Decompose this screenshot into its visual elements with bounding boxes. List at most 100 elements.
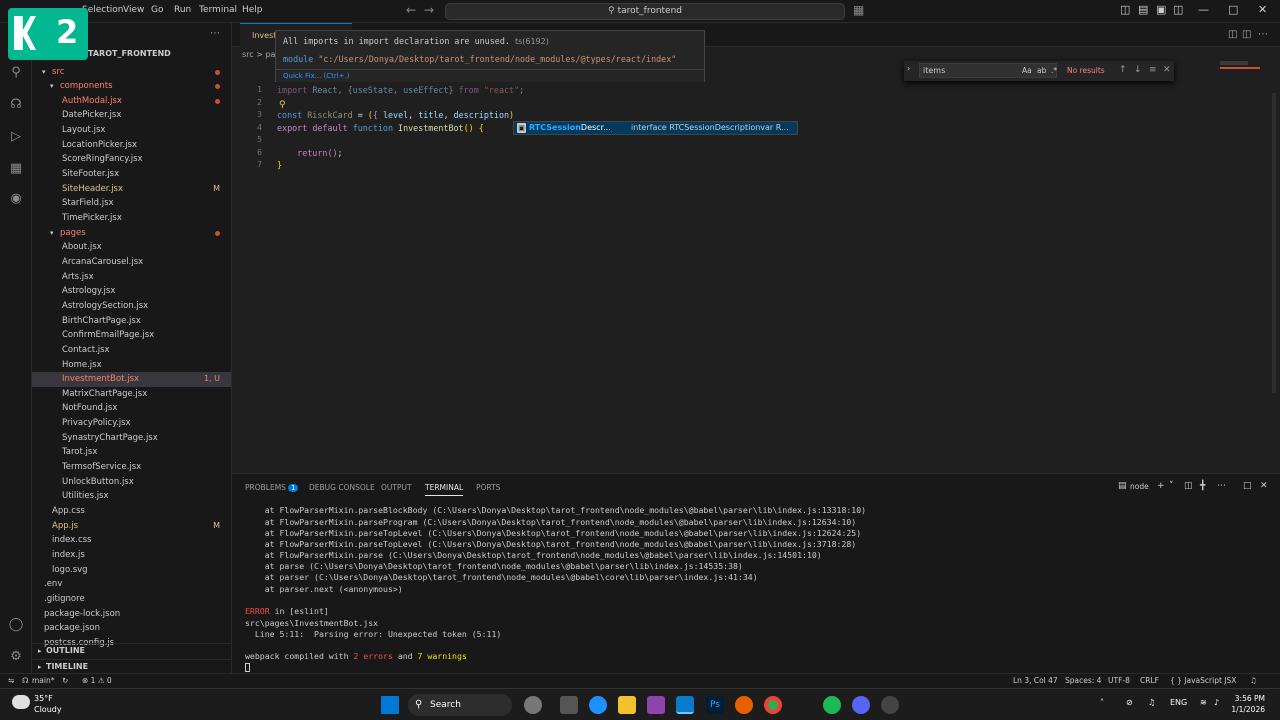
tab-ports[interactable]: PORTS <box>476 483 500 492</box>
file-item[interactable]: AstrologySection.jsx <box>32 299 231 314</box>
menu-selection[interactable]: Selection <box>82 5 123 15</box>
problems-status[interactable]: ⊗ 1 ⚠ 0 <box>82 674 112 688</box>
file-item[interactable]: AuthModal.jsx <box>32 94 231 109</box>
obs-icon[interactable] <box>881 696 899 714</box>
file-item[interactable]: index.css <box>32 533 231 548</box>
copilot-app-icon[interactable] <box>589 696 607 714</box>
file-item[interactable]: InvestmentBot.jsx 1, U <box>32 372 231 387</box>
close-panel-icon[interactable]: ✕ <box>1260 481 1268 491</box>
volume-icon[interactable]: ♪ <box>1214 698 1219 707</box>
file-item[interactable]: package.json <box>32 621 231 636</box>
terminal-cursor[interactable] <box>245 663 250 672</box>
language-mode[interactable]: { } JavaScript JSX <box>1170 674 1236 688</box>
wifi-icon[interactable]: ≋ <box>1200 698 1207 707</box>
file-item[interactable]: LocationPicker.jsx <box>32 138 231 153</box>
windows-start-icon[interactable] <box>381 696 399 714</box>
close-window-icon[interactable]: ✕ <box>1258 3 1267 16</box>
suggest-widget[interactable]: ▣ RTCSessionDescr... interface RTCSessio… <box>513 121 798 135</box>
folder-item[interactable]: ▾ components <box>32 79 231 94</box>
remote-explorer-icon[interactable]: ◉ <box>8 191 24 207</box>
chevron-up-icon[interactable]: ˄ <box>1100 698 1104 707</box>
file-item[interactable]: StarField.jsx <box>32 196 231 211</box>
more-actions-icon[interactable]: ⋯ <box>1217 481 1226 491</box>
split-terminal-icon[interactable]: ◫ <box>1184 481 1193 491</box>
match-case-toggle[interactable]: Aa <box>1022 66 1032 75</box>
code-line-6[interactable]: return(); <box>277 148 342 158</box>
taskbar-search[interactable]: ⚲ Search <box>408 694 512 716</box>
file-item[interactable]: ConfirmEmailPage.jsx <box>32 328 231 343</box>
chevron-right-icon[interactable]: › <box>907 64 910 73</box>
minimize-icon[interactable]: — <box>1198 3 1209 16</box>
vscode-icon[interactable] <box>676 696 694 714</box>
arrow-up-icon[interactable]: ↑ <box>1119 65 1127 75</box>
editor-scrollbar[interactable] <box>1272 93 1276 393</box>
menu-go[interactable]: Go <box>151 5 163 15</box>
toggle-panel-icon[interactable]: ▤ <box>1138 3 1148 16</box>
file-item[interactable]: Astrology.jsx <box>32 284 231 299</box>
file-item[interactable]: BirthChartPage.jsx <box>32 314 231 329</box>
file-item[interactable]: TimePicker.jsx <box>32 211 231 226</box>
menu-run[interactable]: Run <box>174 5 191 15</box>
command-center[interactable]: ⚲ tarot_frontend <box>445 3 845 20</box>
search-icon[interactable]: ⚲ <box>8 65 24 81</box>
menu-terminal[interactable]: Terminal <box>199 5 237 15</box>
source-control-icon[interactable]: ☊ <box>8 97 24 113</box>
settings-gear-icon[interactable]: ⚙ <box>8 649 24 665</box>
regex-toggle[interactable]: .* <box>1051 66 1057 75</box>
microphone-icon[interactable]: ♫ <box>1148 698 1155 707</box>
back-arrow-icon[interactable]: ← <box>406 3 416 17</box>
file-item[interactable]: SiteFooter.jsx <box>32 167 231 182</box>
widget-icon[interactable] <box>524 696 542 714</box>
outline-section[interactable]: ▸ OUTLINE <box>32 643 231 657</box>
file-item[interactable]: index.js <box>32 548 231 563</box>
whole-word-toggle[interactable]: ab <box>1037 66 1046 75</box>
close-icon[interactable]: ✕ <box>1163 65 1171 75</box>
extensions-icon[interactable]: ▦ <box>8 161 24 177</box>
file-item[interactable]: Contact.jsx <box>32 343 231 358</box>
file-item[interactable]: Layout.jsx <box>32 123 231 138</box>
toggle-sidebar-icon[interactable]: ◫ <box>1120 3 1130 16</box>
branch-name[interactable]: main* <box>32 674 55 688</box>
encoding[interactable]: UTF-8 <box>1108 674 1130 688</box>
line-ending[interactable]: CRLF <box>1140 674 1159 688</box>
folder-item[interactable]: ▾ pages <box>32 226 231 241</box>
trash-icon[interactable]: ╋ <box>1200 481 1205 491</box>
new-terminal-icon[interactable]: + <box>1157 481 1165 491</box>
lightbulb-icon[interactable]: ⚲ <box>279 100 286 110</box>
menu-help[interactable]: Help <box>242 5 263 15</box>
task-view-icon[interactable] <box>560 696 578 714</box>
chrome-icon[interactable] <box>764 696 782 714</box>
folder-item[interactable]: ▾ src <box>32 65 231 80</box>
run-debug-icon[interactable]: ▷ <box>8 129 24 145</box>
cursor-position[interactable]: Ln 3, Col 47 <box>1013 674 1058 688</box>
bell-icon[interactable]: ♫ <box>1250 674 1257 688</box>
file-item[interactable]: ArcanaCarousel.jsx <box>32 255 231 270</box>
quick-fix-link[interactable]: Quick Fix... (Ctrl+.) <box>276 69 704 82</box>
file-item[interactable]: SiteHeader.jsx M <box>32 182 231 197</box>
terminal-name[interactable]: node <box>1130 482 1149 491</box>
minimap[interactable] <box>1220 61 1248 65</box>
file-item[interactable]: package-lock.json <box>32 607 231 622</box>
file-item[interactable]: SynastryChartPage.jsx <box>32 431 231 446</box>
file-item[interactable]: logo.svg <box>32 563 231 578</box>
file-item[interactable]: NotFound.jsx <box>32 401 231 416</box>
file-item[interactable]: ScoreRingFancy.jsx <box>32 152 231 167</box>
restore-icon[interactable]: □ <box>1228 3 1238 16</box>
file-item[interactable]: Arts.jsx <box>32 270 231 285</box>
code-line-7[interactable]: } <box>277 160 282 170</box>
timeline-section[interactable]: ▸ TIMELINE <box>32 659 231 673</box>
file-item[interactable]: DatePicker.jsx <box>32 108 231 123</box>
tab-terminal[interactable]: TERMINAL <box>425 483 464 496</box>
chevron-down-icon[interactable]: ˅ <box>1169 481 1174 491</box>
file-explorer-icon[interactable] <box>618 696 636 714</box>
remote-icon[interactable]: ⇋ <box>8 674 14 688</box>
file-item[interactable]: UnlockButton.jsx <box>32 475 231 490</box>
copilot-icon[interactable]: ▦ <box>853 3 864 17</box>
file-item[interactable]: .env <box>32 577 231 592</box>
tab-output[interactable]: OUTPUT <box>381 483 412 492</box>
file-item[interactable]: TermsofService.jsx <box>32 460 231 475</box>
file-item[interactable]: .gitignore <box>32 592 231 607</box>
file-item[interactable]: App.css <box>32 504 231 519</box>
file-item[interactable]: MatrixChartPage.jsx <box>32 387 231 402</box>
menu-lines-icon[interactable]: ≡ <box>1149 65 1157 75</box>
